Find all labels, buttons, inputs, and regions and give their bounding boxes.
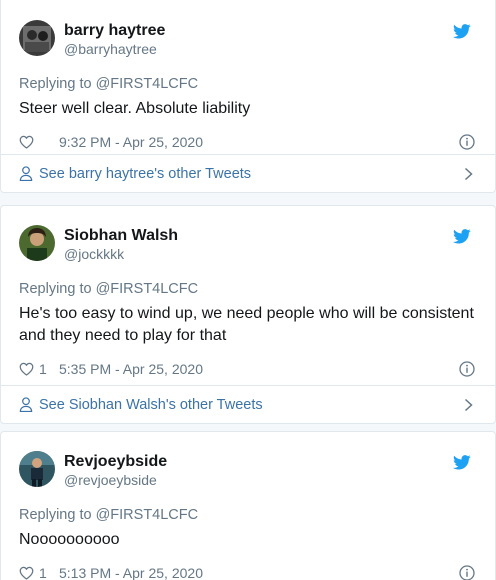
tweet: Revjoeybside @revjoeybside Replying to @…: [1, 432, 495, 580]
tweet-meta: 1 5:13 PM - Apr 25, 2020: [19, 561, 477, 580]
like-count: 1: [39, 565, 47, 580]
info-icon[interactable]: [459, 565, 475, 580]
replying-to[interactable]: Replying to @FIRST4LCFC: [19, 279, 477, 299]
tweet-card: Siobhan Walsh @jockkkk Replying to @FIRS…: [0, 205, 496, 424]
replying-to[interactable]: Replying to @FIRST4LCFC: [19, 74, 477, 94]
user-handle[interactable]: @barryhaytree: [64, 40, 165, 58]
user-handle[interactable]: @jockkkk: [64, 245, 178, 263]
display-name[interactable]: barry haytree: [64, 21, 165, 40]
person-icon: [19, 397, 33, 412]
like-count: 1: [39, 361, 47, 377]
chevron-right-icon[interactable]: [464, 398, 473, 412]
tweet-card: barry haytree @barryhaytree Replying to …: [0, 0, 496, 193]
timestamp[interactable]: 5:13 PM - Apr 25, 2020: [59, 565, 203, 580]
info-icon[interactable]: [459, 134, 475, 150]
person-icon: [19, 166, 33, 181]
avatar[interactable]: [19, 451, 55, 487]
tweet-header: barry haytree @barryhaytree: [19, 14, 477, 66]
heart-icon[interactable]: [19, 566, 34, 580]
tweet-text: Steer well clear. Absolute liability: [19, 100, 251, 117]
user-names[interactable]: barry haytree @barryhaytree: [64, 21, 165, 58]
user-names[interactable]: Siobhan Walsh @jockkkk: [64, 226, 178, 263]
avatar[interactable]: [19, 20, 55, 56]
heart-icon[interactable]: [19, 362, 34, 376]
timestamp[interactable]: 5:35 PM - Apr 25, 2020: [59, 361, 203, 377]
replying-to[interactable]: Replying to @FIRST4LCFC: [19, 505, 477, 525]
avatar[interactable]: [19, 225, 55, 261]
display-name[interactable]: Revjoeybside: [64, 452, 167, 471]
tweet-header: Revjoeybside @revjoeybside: [19, 445, 477, 497]
tweet-header: Siobhan Walsh @jockkkk: [19, 219, 477, 271]
tweet-meta: 1 5:35 PM - Apr 25, 2020: [19, 357, 477, 381]
see-other-tweets-link[interactable]: See Siobhan Walsh's other Tweets: [1, 385, 495, 423]
user-names[interactable]: Revjoeybside @revjoeybside: [64, 452, 167, 489]
twitter-bird-icon[interactable]: [453, 229, 471, 244]
tweet-text: He's too easy to wind up, we need people…: [19, 305, 474, 344]
tweet-card: Revjoeybside @revjoeybside Replying to @…: [0, 431, 496, 580]
tweet: barry haytree @barryhaytree Replying to …: [1, 0, 495, 154]
info-icon[interactable]: [459, 361, 475, 377]
twitter-bird-icon[interactable]: [453, 455, 471, 470]
chevron-right-icon[interactable]: [464, 167, 473, 181]
timestamp[interactable]: 9:32 PM - Apr 25, 2020: [59, 134, 203, 150]
user-handle[interactable]: @revjoeybside: [64, 471, 167, 489]
twitter-bird-icon[interactable]: [453, 24, 471, 39]
see-other-tweets-link[interactable]: See barry haytree's other Tweets: [1, 154, 495, 192]
tweet-text: Noooooooooo: [19, 531, 120, 548]
tweet-meta: 9:32 PM - Apr 25, 2020: [19, 130, 477, 154]
see-other-tweets-label[interactable]: See Siobhan Walsh's other Tweets: [39, 397, 263, 413]
tweet: Siobhan Walsh @jockkkk Replying to @FIRS…: [1, 206, 495, 381]
heart-icon[interactable]: [19, 135, 34, 149]
display-name[interactable]: Siobhan Walsh: [64, 226, 178, 245]
see-other-tweets-label[interactable]: See barry haytree's other Tweets: [39, 166, 251, 182]
